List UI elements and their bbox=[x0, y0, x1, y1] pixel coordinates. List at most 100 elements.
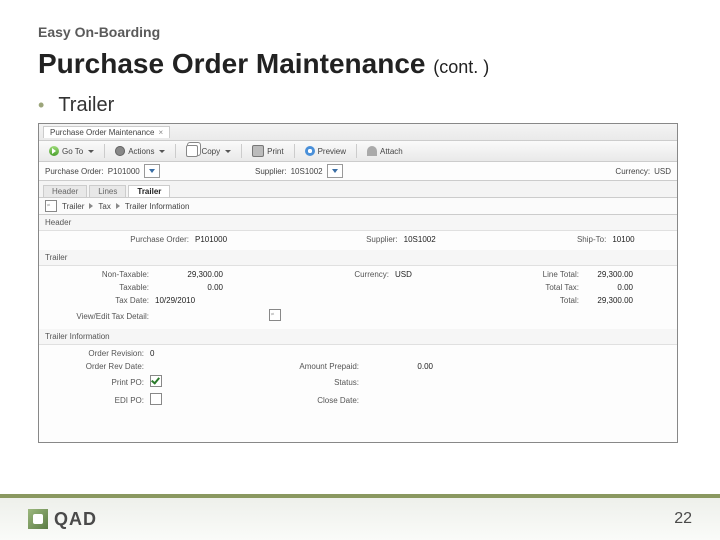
taxable-value: 0.00 bbox=[155, 283, 235, 292]
crumb-trailer-info[interactable]: Trailer Information bbox=[125, 202, 190, 211]
printpo-checkbox[interactable] bbox=[150, 375, 162, 387]
trailer-currency-value: USD bbox=[395, 270, 465, 279]
attach-button[interactable]: Attach bbox=[361, 144, 409, 158]
amtprepaid-label: Amount Prepaid: bbox=[210, 362, 365, 371]
printer-icon bbox=[252, 145, 264, 157]
subtab-row: Header Lines Trailer bbox=[39, 181, 677, 198]
goto-button[interactable]: Go To bbox=[43, 144, 100, 158]
logo-icon bbox=[28, 509, 48, 529]
amtprepaid-value: 0.00 bbox=[365, 362, 445, 371]
closedate-label: Close Date: bbox=[210, 396, 365, 405]
info-currency-label: Currency: bbox=[615, 167, 650, 176]
trailer-form: Non-Taxable: 29,300.00 Currency: USD Lin… bbox=[39, 266, 677, 329]
bullet-row: • Trailer bbox=[38, 94, 682, 117]
hdr-supplier-label: Supplier: bbox=[254, 235, 404, 244]
section-trailer: Trailer bbox=[39, 250, 677, 266]
toolbar: Go To Actions Copy Print Preview bbox=[39, 141, 677, 162]
title-main: Purchase Order Maintenance bbox=[38, 48, 425, 79]
actions-button[interactable]: Actions bbox=[109, 144, 171, 158]
app-window: Purchase Order Maintenance × Go To Actio… bbox=[38, 123, 678, 443]
taxdate-label: Tax Date: bbox=[45, 296, 155, 305]
linetotal-value: 29,300.00 bbox=[585, 270, 645, 279]
slide-footer: QAD 22 bbox=[0, 494, 720, 540]
hdr-supplier-value: 10S1002 bbox=[404, 235, 463, 244]
close-icon[interactable]: × bbox=[159, 128, 164, 137]
hdr-shipto-label: Ship-To: bbox=[462, 235, 612, 244]
total-value: 29,300.00 bbox=[585, 296, 645, 305]
separator bbox=[356, 144, 357, 158]
tab-lines[interactable]: Lines bbox=[89, 185, 126, 197]
header-form: Purchase Order: P101000 Supplier: 10S100… bbox=[39, 231, 677, 250]
window-tab[interactable]: Purchase Order Maintenance × bbox=[43, 126, 170, 138]
edipo-label: EDI PO: bbox=[45, 396, 150, 405]
copy-button[interactable]: Copy bbox=[180, 143, 237, 159]
info-po-value: P101000 bbox=[108, 167, 140, 176]
tab-trailer[interactable]: Trailer bbox=[128, 185, 170, 197]
orderrevdate-label: Order Rev Date: bbox=[45, 362, 150, 371]
bullet-text: Trailer bbox=[58, 94, 114, 117]
info-po-label: Purchase Order: bbox=[45, 167, 104, 176]
bullet-icon: • bbox=[38, 96, 44, 114]
preview-label: Preview bbox=[318, 147, 346, 156]
totaltax-label: Total Tax: bbox=[535, 283, 585, 292]
taxable-label: Taxable: bbox=[45, 283, 155, 292]
dropdown-icon[interactable] bbox=[144, 164, 160, 178]
hdr-po-value: P101000 bbox=[195, 235, 254, 244]
separator bbox=[175, 144, 176, 158]
linetotal-label: Line Total: bbox=[535, 270, 585, 279]
paperclip-icon bbox=[367, 146, 377, 156]
print-button[interactable]: Print bbox=[246, 143, 289, 159]
nontax-value: 29,300.00 bbox=[155, 270, 235, 279]
goto-icon bbox=[49, 146, 59, 156]
info-row: Purchase Order: P101000 Supplier: 10S100… bbox=[39, 162, 677, 181]
taxdate-value: 10/29/2010 bbox=[155, 296, 235, 305]
crumb-tax[interactable]: Tax bbox=[98, 202, 110, 211]
printpo-label: Print PO: bbox=[45, 378, 150, 387]
preview-button[interactable]: Preview bbox=[299, 144, 352, 158]
actions-label: Actions bbox=[128, 147, 154, 156]
edipo-checkbox[interactable] bbox=[150, 393, 162, 405]
section-trailer-info: Trailer Information bbox=[39, 329, 677, 345]
viewedit-checkbox[interactable] bbox=[269, 309, 281, 321]
chevron-right-icon bbox=[89, 203, 93, 209]
section-header: Header bbox=[39, 215, 677, 231]
dropdown-icon[interactable] bbox=[327, 164, 343, 178]
trailer-info-form: Order Revision: 0 Order Rev Date: Amount… bbox=[39, 345, 677, 411]
tab-header[interactable]: Header bbox=[43, 185, 87, 197]
orderrev-value: 0 bbox=[150, 349, 210, 358]
checkbox-icon[interactable] bbox=[45, 200, 57, 212]
page-number: 22 bbox=[674, 510, 692, 528]
gear-icon bbox=[115, 146, 125, 156]
crumb-trailer[interactable]: Trailer bbox=[62, 202, 84, 211]
total-label: Total: bbox=[535, 296, 585, 305]
separator bbox=[294, 144, 295, 158]
print-label: Print bbox=[267, 147, 283, 156]
status-label: Status: bbox=[210, 378, 365, 387]
info-supplier-value: 10S1002 bbox=[291, 167, 323, 176]
copy-icon bbox=[186, 145, 198, 157]
logo-text: QAD bbox=[54, 509, 97, 530]
window-tab-label: Purchase Order Maintenance bbox=[50, 128, 155, 137]
window-tab-row: Purchase Order Maintenance × bbox=[39, 124, 677, 141]
separator bbox=[241, 144, 242, 158]
info-currency-value: USD bbox=[654, 167, 671, 176]
hdr-shipto-value: 10100 bbox=[612, 235, 671, 244]
title-suffix: (cont. ) bbox=[433, 57, 489, 77]
preview-icon bbox=[305, 146, 315, 156]
separator bbox=[104, 144, 105, 158]
copy-label: Copy bbox=[201, 147, 220, 156]
orderrev-label: Order Revision: bbox=[45, 349, 150, 358]
slide-title: Purchase Order Maintenance (cont. ) bbox=[38, 48, 682, 80]
hdr-po-label: Purchase Order: bbox=[45, 235, 195, 244]
goto-label: Go To bbox=[62, 147, 83, 156]
attach-label: Attach bbox=[380, 147, 403, 156]
trailer-currency-label: Currency: bbox=[315, 270, 395, 279]
nontax-label: Non-Taxable: bbox=[45, 270, 155, 279]
info-supplier-label: Supplier: bbox=[255, 167, 287, 176]
chevron-right-icon bbox=[116, 203, 120, 209]
totaltax-value: 0.00 bbox=[585, 283, 645, 292]
viewedit-label: View/Edit Tax Detail: bbox=[45, 312, 155, 321]
qad-logo: QAD bbox=[28, 509, 97, 530]
slide-kicker: Easy On-Boarding bbox=[38, 24, 682, 40]
breadcrumb: Trailer Tax Trailer Information bbox=[39, 198, 677, 215]
